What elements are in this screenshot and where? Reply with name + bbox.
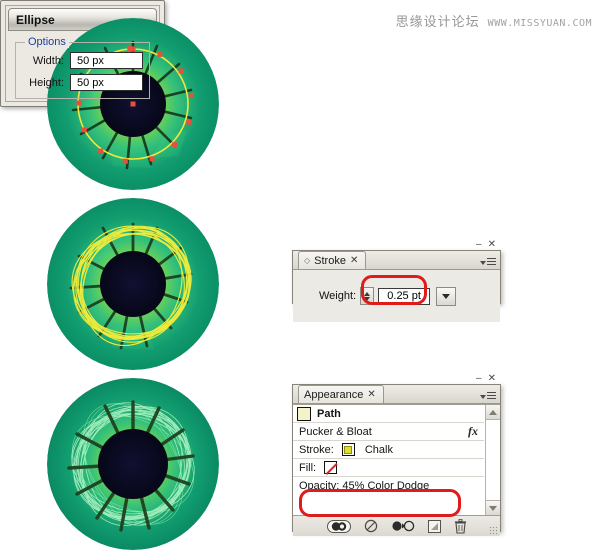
ellipse-width-input[interactable]: 50 px <box>70 52 143 69</box>
appearance-window-buttons: – ✕ <box>476 374 496 384</box>
stepper-down-icon[interactable] <box>364 296 371 301</box>
scrollbar-track[interactable] <box>486 420 500 500</box>
panel-menu-icon[interactable] <box>480 258 496 267</box>
stroke-color-swatch[interactable] <box>341 443 355 456</box>
appearance-row-stroke[interactable]: Stroke: Chalk <box>293 441 484 459</box>
appearance-row-opacity[interactable]: Opacity: 45% Color Dodge <box>293 477 484 495</box>
tab-close-icon[interactable]: ✕ <box>367 389 375 400</box>
ellipse-options-legend: Options <box>25 36 69 48</box>
watermark-cn-text: 思缘设计论坛 <box>395 15 480 30</box>
close-icon[interactable]: ✕ <box>488 374 496 384</box>
scroll-down-button[interactable] <box>486 500 500 515</box>
stroke-weight-label: Weight: <box>319 290 357 302</box>
ellipse-height-label: Height: <box>29 76 64 89</box>
appearance-scrollbar[interactable] <box>485 405 500 515</box>
eye-step-3-graphic <box>47 378 219 550</box>
stroke-window-buttons: – ✕ <box>476 240 496 250</box>
path-thumbnail-icon <box>297 406 311 421</box>
tab-grip-icon: ◇ <box>304 256 311 265</box>
stroke-panel[interactable]: ◇ Stroke ✕ – ✕ Weight: 0.25 pt <box>292 240 501 322</box>
eye-illustration-step-3 <box>47 378 219 550</box>
ellipse-width-label: Width: <box>32 54 64 67</box>
tab-appearance-label: Appearance <box>304 388 364 401</box>
panel-menu-triangle-icon <box>480 260 486 265</box>
chevron-down-icon <box>442 293 451 299</box>
close-icon[interactable]: ✕ <box>488 240 496 250</box>
tab-appearance[interactable]: Appearance ✕ <box>298 385 384 403</box>
appearance-row-pucker-bloat[interactable]: Pucker & Bloat fx <box>293 423 484 441</box>
appearance-row-fill[interactable]: Fill: <box>293 459 484 477</box>
new-art-basic-appearance-icon[interactable] <box>326 519 351 533</box>
tab-stroke-label: Stroke <box>314 254 346 267</box>
appearance-row-stroke-value: Chalk <box>364 443 393 456</box>
panel-menu-triangle-icon <box>480 394 486 399</box>
appearance-row-fill-label: Fill: <box>299 461 317 474</box>
appearance-row-stroke-label: Stroke: <box>299 443 334 456</box>
stroke-weight-stepper[interactable] <box>360 287 375 305</box>
eye-step-2-graphic <box>47 198 219 370</box>
stroke-panel-tabrow: ◇ Stroke ✕ – ✕ <box>293 240 500 270</box>
watermark-url-text: WWW.MISSYUAN.COM <box>487 18 592 29</box>
ellipse-width-row: Width: 50 px <box>22 52 143 69</box>
watermark: 思缘设计论坛 WWW.MISSYUAN.COM <box>396 11 592 30</box>
chevron-down-icon <box>489 505 497 511</box>
panel-menu-lines-icon <box>487 392 496 401</box>
clear-appearance-icon[interactable] <box>364 519 378 533</box>
minimize-icon[interactable]: – <box>476 240 482 250</box>
panel-menu-icon[interactable] <box>480 392 496 401</box>
stroke-weight-input[interactable]: 0.25 pt <box>378 287 431 305</box>
minimize-icon[interactable]: – <box>476 374 482 384</box>
panel-menu-lines-icon <box>487 258 496 267</box>
resize-grip-icon[interactable] <box>489 526 498 535</box>
ellipse-height-input[interactable]: 50 px <box>70 74 143 91</box>
appearance-panel-body: Path Pucker & Bloat fx Stroke: Chalk Fil… <box>293 404 500 515</box>
reduce-to-basic-appearance-icon[interactable] <box>391 519 415 533</box>
appearance-row-path[interactable]: Path <box>293 405 484 423</box>
appearance-row-pucker-bloat-label: Pucker & Bloat <box>299 425 372 438</box>
stepper-up-icon[interactable] <box>364 291 371 296</box>
appearance-list: Path Pucker & Bloat fx Stroke: Chalk Fil… <box>293 405 484 515</box>
canvas-root: 思缘设计论坛 WWW.MISSYUAN.COM Ellipse Options … <box>0 0 600 550</box>
chevron-up-icon <box>489 409 497 415</box>
stroke-weight-dropdown[interactable] <box>436 286 457 306</box>
tab-stroke[interactable]: ◇ Stroke ✕ <box>298 251 367 269</box>
stroke-panel-body: Weight: 0.25 pt <box>293 270 500 322</box>
appearance-panel[interactable]: Appearance ✕ – ✕ Path Pucker & Bloat fx … <box>292 374 501 536</box>
delete-item-icon[interactable] <box>454 518 467 534</box>
scroll-up-button[interactable] <box>486 405 500 420</box>
ellipse-height-row: Height: 50 px <box>22 74 143 91</box>
appearance-footer-toolbar <box>293 515 500 536</box>
appearance-row-opacity-label: Opacity: 45% Color Dodge <box>299 480 430 492</box>
stroke-color-chip <box>344 445 353 454</box>
ellipse-options-fieldset: Options Width: 50 px Height: 50 px <box>15 36 150 99</box>
eye-illustration-step-2 <box>47 198 219 370</box>
fill-none-swatch-icon[interactable] <box>324 461 338 474</box>
duplicate-item-icon[interactable] <box>427 519 441 533</box>
fx-icon[interactable]: fx <box>468 424 478 439</box>
tab-close-icon[interactable]: ✕ <box>350 255 358 266</box>
appearance-panel-tabrow: Appearance ✕ – ✕ <box>293 374 500 404</box>
ellipse-dialog[interactable]: Ellipse Options Width: 50 px Height: 50 … <box>0 0 165 107</box>
appearance-row-path-label: Path <box>317 407 341 420</box>
